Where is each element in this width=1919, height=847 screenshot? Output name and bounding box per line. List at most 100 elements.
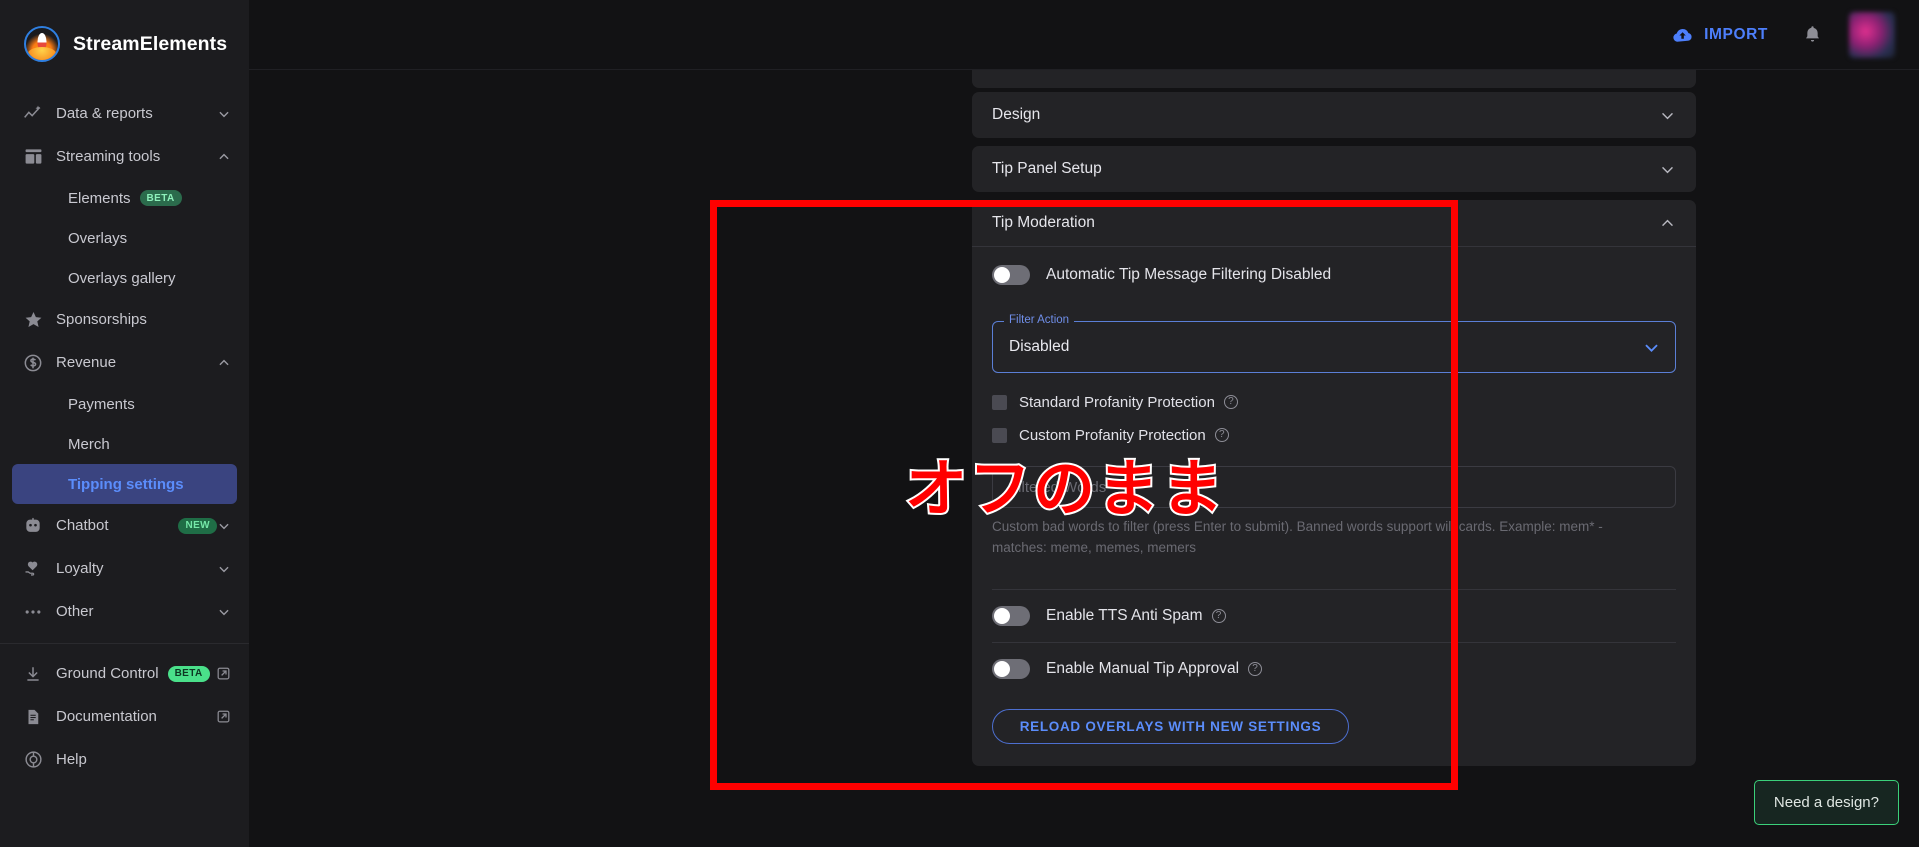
- sidebar-item-payments[interactable]: Payments: [12, 384, 237, 424]
- external-link-icon: [216, 709, 231, 724]
- sidebar-item-data-reports[interactable]: Data & reports: [0, 92, 249, 135]
- rocket-logo-icon: [24, 26, 60, 62]
- sidebar-item-loyalty[interactable]: Loyalty: [0, 547, 249, 590]
- accordion-header-tip-panel-setup[interactable]: Tip Panel Setup: [972, 146, 1696, 192]
- accordion-title: Tip Moderation: [992, 214, 1095, 231]
- sidebar-divider: [0, 643, 249, 644]
- auto-filter-toggle[interactable]: [992, 265, 1030, 285]
- question-mark-icon[interactable]: ?: [1223, 395, 1238, 409]
- accordion-header-design[interactable]: Design: [972, 92, 1696, 138]
- sidebar-item-merch[interactable]: Merch: [12, 424, 237, 464]
- content-area: Design Tip Panel Setup Tip Moderation Au…: [249, 70, 1919, 847]
- sidebar-item-tipping-settings[interactable]: Tipping settings: [12, 464, 237, 504]
- custom-profanity-label: Custom Profanity Protection: [1019, 426, 1206, 444]
- filtered-words-input[interactable]: Filtered Words: [992, 466, 1676, 508]
- custom-profanity-checkbox[interactable]: [992, 427, 1007, 443]
- need-a-design-button[interactable]: Need a design?: [1753, 780, 1899, 825]
- standard-profanity-row: Standard Profanity Protection ?: [972, 387, 1696, 417]
- sidebar-item-chatbot[interactable]: Chatbot NEW: [0, 504, 249, 547]
- accordion-design[interactable]: Design: [972, 92, 1696, 138]
- import-label: IMPORT: [1704, 25, 1768, 43]
- sidebar-item-streaming-tools[interactable]: Streaming tools: [0, 135, 249, 178]
- sidebar-item-label: Tipping settings: [68, 475, 184, 493]
- document-icon: [22, 706, 44, 728]
- help-circle-icon: [22, 749, 44, 771]
- new-badge: NEW: [178, 517, 217, 534]
- sidebar-item-ground-control[interactable]: Ground Control BETA: [0, 652, 249, 695]
- standard-profanity-checkbox[interactable]: [992, 394, 1007, 410]
- manual-tip-approval-label: Enable Manual Tip Approval: [1046, 659, 1240, 677]
- dollar-circle-icon: [22, 352, 44, 374]
- accordion-tip-panel-setup[interactable]: Tip Panel Setup: [972, 146, 1696, 192]
- accordion-header[interactable]: [972, 70, 1696, 86]
- sidebar-item-label: Ground Control: [56, 665, 159, 682]
- accordion-title: Tip Panel Setup: [992, 160, 1102, 177]
- sidebar-item-help[interactable]: Help: [0, 738, 249, 781]
- main-column: IMPORT Design Tip Panel Setup Tip Modera…: [249, 0, 1919, 847]
- chevron-down-icon[interactable]: [1642, 338, 1661, 357]
- manual-tip-approval-row: Enable Manual Tip Approval ?: [972, 643, 1696, 695]
- question-mark-icon[interactable]: ?: [1214, 428, 1229, 442]
- sidebar-item-label: Payments: [68, 395, 135, 413]
- sidebar-item-label: Overlays: [68, 229, 128, 247]
- download-icon: [22, 663, 44, 685]
- sidebar-item-label: Sponsorships: [56, 311, 147, 328]
- sidebar-item-revenue[interactable]: Revenue: [0, 341, 249, 384]
- sidebar-item-label: Other: [56, 603, 94, 620]
- accordion-tip-moderation: Tip Moderation Automatic Tip Message Fil…: [972, 200, 1696, 766]
- avatar[interactable]: [1849, 11, 1895, 58]
- beta-badge: BETA: [139, 190, 182, 206]
- sidebar-item-elements[interactable]: Elements BETA: [12, 178, 237, 218]
- brand[interactable]: StreamElements: [0, 0, 249, 92]
- analytics-icon: [22, 103, 44, 125]
- brand-name: StreamElements: [73, 32, 228, 55]
- cloud-upload-icon: [1671, 23, 1694, 46]
- sidebar-item-label: Overlays gallery: [68, 269, 176, 287]
- import-button[interactable]: IMPORT: [1663, 17, 1776, 52]
- sidebar-item-label: Elements: [68, 189, 131, 207]
- sidebar-item-label: Help: [56, 751, 87, 768]
- chevron-down-icon: [217, 605, 231, 619]
- sidebar-nav: Data & reports Streaming tools Elements: [0, 92, 249, 847]
- toggle-knob: [994, 267, 1010, 283]
- accordion-header-tip-moderation[interactable]: Tip Moderation: [972, 200, 1696, 246]
- question-mark-icon[interactable]: ?: [1248, 661, 1263, 676]
- accordion-cut-off[interactable]: [972, 70, 1696, 88]
- tts-anti-spam-toggle[interactable]: [992, 605, 1030, 626]
- app-root: StreamElements Data & reports Streaming …: [0, 0, 1919, 847]
- tts-anti-spam-row: Enable TTS Anti Spam ?: [972, 590, 1696, 642]
- sidebar-item-label: Chatbot: [56, 517, 109, 534]
- reload-overlays-button[interactable]: RELOAD OVERLAYS WITH NEW SETTINGS: [992, 708, 1349, 744]
- sidebar-item-label: Merch: [68, 435, 110, 453]
- manual-tip-approval-toggle[interactable]: [992, 658, 1030, 679]
- chevron-down-icon: [1659, 107, 1676, 124]
- filtered-words-placeholder: Filtered Words: [1009, 478, 1107, 496]
- sidebar-item-label: Documentation: [56, 708, 157, 725]
- ellipsis-icon: [22, 601, 44, 623]
- bell-icon[interactable]: [1802, 24, 1823, 45]
- standard-profanity-label: Standard Profanity Protection: [1019, 393, 1215, 411]
- sidebar-item-other[interactable]: Other: [0, 590, 249, 633]
- sidebar-item-documentation[interactable]: Documentation: [0, 695, 249, 738]
- sidebar-item-label: Loyalty: [56, 560, 104, 577]
- filter-action-select[interactable]: Filter Action Disabled: [992, 314, 1676, 373]
- star-icon: [22, 309, 44, 331]
- toggle-knob: [994, 660, 1010, 677]
- stream-tools-icon: [22, 146, 44, 168]
- sidebar-item-label: Streaming tools: [56, 148, 161, 165]
- chevron-down-icon: [1659, 161, 1676, 178]
- external-link-icon: [216, 666, 231, 681]
- sidebar-item-sponsorships[interactable]: Sponsorships: [0, 298, 249, 341]
- chevron-up-icon: [217, 356, 231, 370]
- tts-anti-spam-label: Enable TTS Anti Spam: [1046, 606, 1203, 624]
- tip-moderation-body: Automatic Tip Message Filtering Disabled…: [972, 246, 1696, 766]
- filtered-words-helper: Custom bad words to filter (press Enter …: [992, 519, 1603, 555]
- auto-filter-row: Automatic Tip Message Filtering Disabled: [972, 247, 1696, 303]
- filter-action-value: Disabled: [1009, 338, 1070, 355]
- sidebar-item-overlays-gallery[interactable]: Overlays gallery: [12, 258, 237, 298]
- accordion-title: Design: [992, 106, 1041, 123]
- sidebar-item-overlays[interactable]: Overlays: [12, 218, 237, 258]
- sidebar-item-label: Data & reports: [56, 105, 153, 122]
- chevron-up-icon: [1659, 215, 1676, 232]
- question-mark-icon[interactable]: ?: [1211, 608, 1226, 623]
